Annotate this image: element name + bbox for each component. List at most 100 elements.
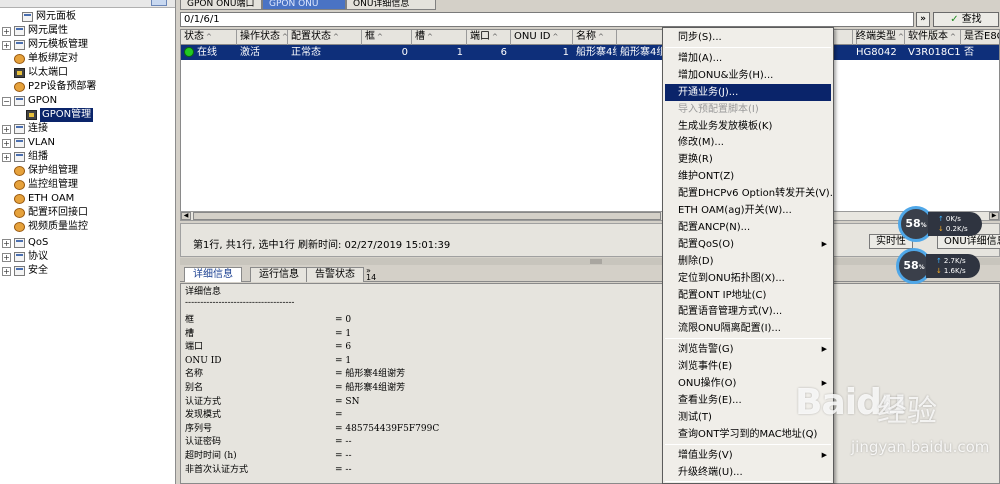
column-header-slot[interactable]: 槽 ^	[412, 30, 467, 45]
column-header-op-status[interactable]: 操作状态 ^	[237, 30, 288, 45]
expand-icon[interactable]: +	[2, 153, 11, 162]
menu-item[interactable]: ETH OAM(ag)开关(W)...	[665, 202, 831, 219]
expand-icon[interactable]: +	[2, 41, 11, 50]
sort-icon: ^	[552, 33, 559, 41]
tree-item[interactable]: 网元面板	[0, 10, 175, 24]
column-header-name[interactable]: 名称 ^	[573, 30, 617, 45]
scroll-left-icon[interactable]: ◀	[181, 212, 191, 220]
tab-gpon-onu[interactable]: GPON ONU	[262, 0, 346, 10]
tree-item[interactable]: + 网元属性	[0, 24, 175, 38]
tree-item[interactable]: + 协议	[0, 250, 175, 264]
top-tab-bar: GPON ONU端口 GPON ONU ONU详细信息	[176, 0, 1000, 10]
menu-item[interactable]: 增加(A)...	[665, 50, 831, 67]
sort-icon: ^	[950, 33, 956, 41]
tree-item[interactable]: 视频质量监控	[0, 220, 175, 234]
column-header-software-version[interactable]: 软件版本 ^	[905, 30, 961, 45]
menu-item[interactable]: 增加ONU&业务(H)...	[665, 67, 831, 84]
menu-item[interactable]: 开通业务(J)...	[665, 83, 831, 101]
sort-icon: ^	[282, 33, 288, 41]
column-header-alias[interactable]	[617, 30, 663, 45]
tree-item[interactable]: + 安全	[0, 264, 175, 278]
detail-label: 序列号	[185, 423, 213, 434]
detail-tab-bar: 详细信息 运行信息 告警状态 » 14	[180, 266, 1000, 282]
more-tabs-icon[interactable]: » 14	[366, 267, 376, 282]
menu-item[interactable]: 配置ANCP(N)...	[665, 219, 831, 236]
tree-item-label: 视频质量监控	[28, 221, 88, 232]
menu-item[interactable]: 浏览事件(E)	[665, 358, 831, 375]
menu-item[interactable]: 修改(M)...	[665, 134, 831, 151]
tree-item[interactable]: 以太端口	[0, 66, 175, 80]
tab-onu-detail[interactable]: ONU详细信息	[346, 0, 436, 10]
menu-item[interactable]: 配置语音管理方式(V)...	[665, 303, 831, 320]
scroll-right-icon[interactable]: ▶	[989, 212, 999, 220]
expand-icon[interactable]: +	[2, 139, 11, 148]
column-header-frame[interactable]: 框 ^	[362, 30, 412, 45]
menu-item[interactable]: 同步(S)...	[665, 29, 831, 46]
column-header-status[interactable]: 状态 ^	[181, 30, 237, 45]
column-header-port[interactable]: 端口 ^	[467, 30, 511, 45]
tree-item[interactable]: + 连接	[0, 122, 175, 136]
gear-icon	[14, 222, 25, 232]
menu-item[interactable]: 维护ONT(Z)	[665, 168, 831, 185]
cell-config-status: 正常态	[291, 47, 321, 58]
tree-toolbar-icon[interactable]	[151, 0, 167, 6]
menu-item[interactable]: 配置QoS(O) ▶	[665, 236, 831, 253]
expand-icon[interactable]: +	[2, 267, 11, 276]
tree-item-label: 网元面板	[36, 11, 76, 22]
watermark-url: jingyan.baidu.com	[851, 438, 990, 456]
column-header-terminal-type[interactable]: 终端类型 ^	[853, 30, 905, 45]
expand-icon[interactable]: +	[2, 239, 11, 248]
collapse-icon[interactable]: −	[2, 97, 11, 106]
panel-splitter[interactable]	[180, 258, 1000, 265]
column-header-is-e8c[interactable]: 是否E8C	[961, 30, 999, 45]
network-speed-widget[interactable]: 58% ↑ 0K/s ↓ 0.2K/s	[898, 206, 982, 242]
tree-toolbar	[0, 0, 175, 8]
tab-gpon-onu-port[interactable]: GPON ONU端口	[180, 0, 262, 10]
tree-item[interactable]: − GPON	[0, 94, 175, 108]
menu-item[interactable]: 定位到ONU拓扑图(X)...	[665, 270, 831, 287]
tab-detail-info[interactable]: 详细信息	[184, 267, 242, 282]
search-button[interactable]: ✓ 查找	[933, 12, 999, 27]
tree-item[interactable]: + QoS	[0, 236, 175, 250]
expand-icon[interactable]: +	[2, 253, 11, 262]
tab-runtime-info[interactable]: 运行信息	[250, 267, 308, 282]
column-header-onu-id[interactable]: ONU ID ^	[511, 30, 573, 45]
menu-item[interactable]: 配置DHCPv6 Option转发开关(V)...	[665, 185, 833, 202]
menu-item[interactable]: 生成业务发放模板(K)	[665, 118, 831, 135]
tree-item-label: 网元属性	[28, 25, 68, 36]
tree-item[interactable]: P2P设备预部署	[0, 80, 175, 94]
detail-value: = --	[335, 437, 352, 448]
scrollbar-thumb[interactable]	[193, 212, 661, 220]
onu-table: 状态 ^ 操作状态 ^ 配置状态 ^ 框 ^ 槽 ^ 端口 ^ ONU ID ^ 名称 ^ 终端…	[180, 29, 1000, 221]
expand-icon[interactable]: +	[2, 125, 11, 134]
tree-item[interactable]: ETH OAM	[0, 192, 175, 206]
menu-item[interactable]: 配置ONT IP地址(C)	[665, 287, 831, 304]
tree-item[interactable]: GPON管理	[0, 108, 175, 122]
table-horizontal-scrollbar[interactable]: ◀ ▶	[180, 211, 1000, 221]
tree-item[interactable]: + 网元模板管理	[0, 38, 175, 52]
cell-alias: 船形寨4组...	[620, 47, 663, 58]
tree-item[interactable]: + 组播	[0, 150, 175, 164]
menu-item[interactable]: 浏览告警(G) ▶	[665, 341, 831, 358]
splitter-grip-icon[interactable]	[590, 259, 602, 264]
expand-icon[interactable]: +	[2, 27, 11, 36]
menu-item[interactable]: 升级终端(U)...	[665, 464, 831, 481]
path-dropdown-button[interactable]: »	[916, 12, 930, 27]
tree-item[interactable]: 监控组管理	[0, 178, 175, 192]
path-input[interactable]	[180, 12, 914, 27]
menu-item[interactable]: 删除(D)	[665, 253, 831, 270]
tree-item[interactable]: 配置环回接口	[0, 206, 175, 220]
sort-icon: ^	[427, 33, 433, 41]
tree-item[interactable]: 单板绑定对	[0, 52, 175, 66]
chevron-down-icon: »	[920, 14, 926, 24]
menu-item[interactable]: 更换(R)	[665, 151, 831, 168]
column-header-config-status[interactable]: 配置状态 ^	[288, 30, 362, 45]
port-icon	[14, 68, 25, 78]
table-row[interactable]: 在线 激活 正常态 0 1 6 1 船形寨4组... 船形寨4组... HG80…	[181, 45, 999, 60]
network-speed-widget[interactable]: 58% ↑ 2.7K/s ↓ 1.6K/s	[896, 248, 980, 284]
menu-item[interactable]: 流限ONU隔离配置(I)...	[665, 320, 831, 337]
tab-alarm-status[interactable]: 告警状态	[306, 267, 364, 282]
detail-label: 端口	[185, 342, 204, 353]
tree-item[interactable]: 保护组管理	[0, 164, 175, 178]
tree-item[interactable]: + VLAN	[0, 136, 175, 150]
